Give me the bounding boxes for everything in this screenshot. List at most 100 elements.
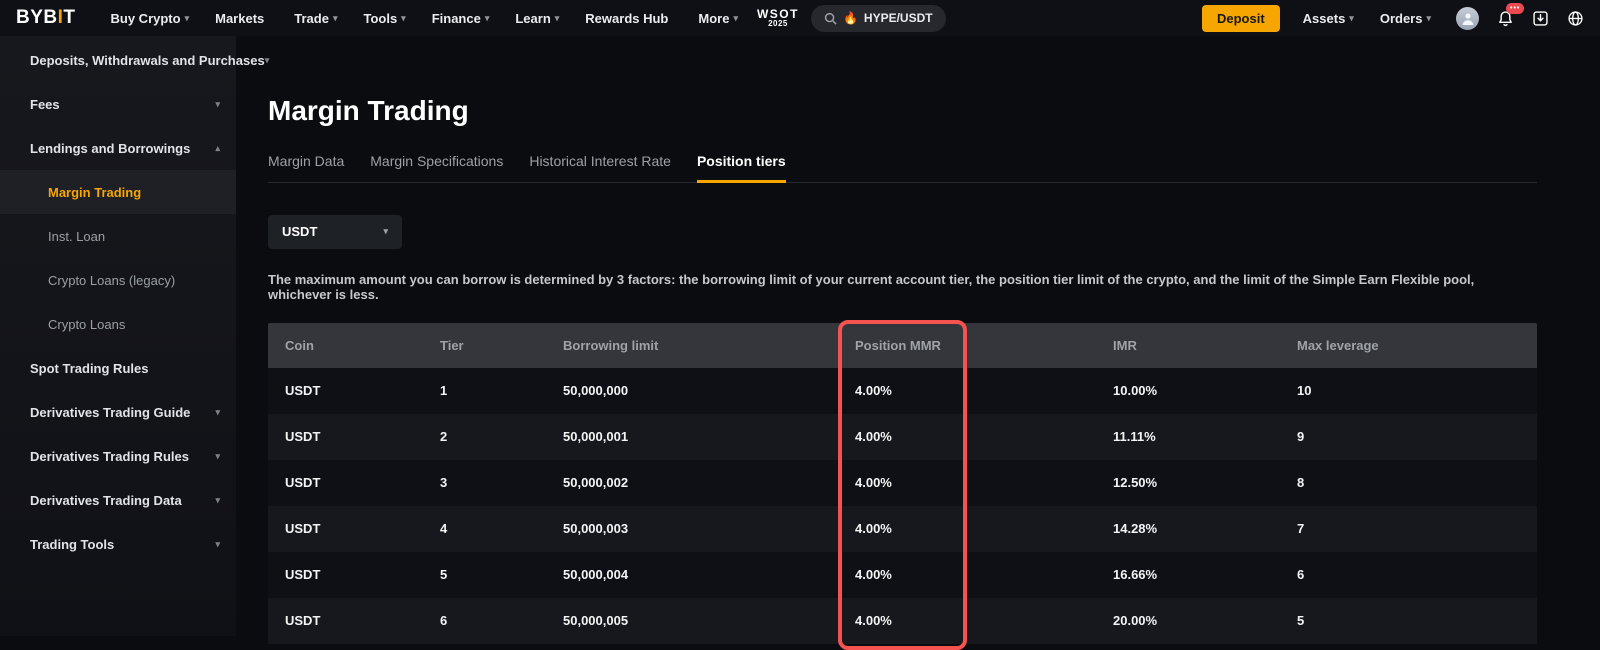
cell-tier: 5 — [423, 567, 546, 582]
chevron-icon: ▾ — [215, 452, 220, 461]
table-row[interactable]: USDT 5 50,000,004 4.00% 16.66% 6 — [268, 552, 1537, 598]
sidebar-item[interactable]: Derivatives Trading Data ▾ — [0, 478, 236, 522]
sidebar-item-label: Margin Trading — [48, 185, 141, 200]
table-row[interactable]: USDT 6 50,000,005 4.00% 20.00% 5 — [268, 598, 1537, 644]
chevron-down-icon: ▾ — [333, 14, 338, 23]
language-button[interactable] — [1567, 10, 1584, 27]
coin-select-dropdown[interactable]: USDT ▾ — [268, 215, 402, 249]
sidebar-item[interactable]: Inst. Loan — [0, 214, 236, 258]
download-app-button[interactable] — [1532, 10, 1549, 27]
cell-borrowing-limit: 50,000,001 — [546, 429, 838, 444]
sidebar-item[interactable]: Fees ▾ — [0, 82, 236, 126]
sidebar-item[interactable]: Derivatives Trading Rules ▾ — [0, 434, 236, 478]
download-icon — [1532, 10, 1549, 27]
nav-item[interactable]: Trade ▾ — [281, 0, 350, 36]
cell-max-leverage: 8 — [1280, 475, 1537, 490]
cell-tier: 4 — [423, 521, 546, 536]
sidebar-menu: Deposits, Withdrawals and Purchases ▾ Fe… — [0, 36, 236, 566]
nav-item[interactable]: Learn ▾ — [502, 0, 572, 36]
sidebar-item[interactable]: Crypto Loans (legacy) — [0, 258, 236, 302]
cell-max-leverage: 6 — [1280, 567, 1537, 582]
bybit-logo[interactable]: BYBIT — [16, 7, 76, 29]
nav-item-label: Buy Crypto — [111, 11, 181, 26]
topbar-icons: ••• — [1456, 7, 1584, 30]
borrow-limit-description: The maximum amount you can borrow is det… — [268, 272, 1537, 302]
table-row[interactable]: USDT 3 50,000,002 4.00% 12.50% 8 — [268, 460, 1537, 506]
tab[interactable]: Margin Specifications — [370, 153, 503, 182]
tab[interactable]: Position tiers — [697, 153, 786, 182]
cell-borrowing-limit: 50,000,003 — [546, 521, 838, 536]
cell-max-leverage: 5 — [1280, 613, 1537, 628]
table-row[interactable]: USDT 4 50,000,003 4.00% 14.28% 7 — [268, 506, 1537, 552]
main-nav: Buy Crypto ▾ Markets Trade ▾ Tools ▾ Fin… — [98, 0, 751, 36]
sidebar-item[interactable]: Trading Tools ▾ — [0, 522, 236, 566]
notifications-button[interactable]: ••• — [1497, 10, 1514, 27]
tab[interactable]: Margin Data — [268, 153, 344, 182]
cell-tier: 1 — [423, 383, 546, 398]
nav-item-label: Trade — [294, 11, 329, 26]
account-nav-label: Assets — [1303, 11, 1346, 26]
chevron-down-icon: ▾ — [1426, 14, 1431, 23]
cell-borrowing-limit: 50,000,004 — [546, 567, 838, 582]
account-nav-item[interactable]: Orders ▾ — [1367, 0, 1444, 36]
tab[interactable]: Historical Interest Rate — [529, 153, 671, 182]
sidebar-item-label: Spot Trading Rules — [30, 361, 148, 376]
flame-icon: 🔥 — [843, 11, 858, 25]
nav-item-label: Finance — [432, 11, 481, 26]
sidebar-item[interactable]: Crypto Loans — [0, 302, 236, 346]
nav-item[interactable]: Finance ▾ — [419, 0, 503, 36]
cell-imr: 10.00% — [1096, 383, 1280, 398]
nav-item[interactable]: Tools ▾ — [350, 0, 418, 36]
chevron-icon: ▾ — [215, 496, 220, 505]
deposit-button[interactable]: Deposit — [1202, 5, 1280, 32]
coin-select-value: USDT — [282, 224, 317, 239]
nav-item[interactable]: More ▾ — [685, 0, 751, 36]
cell-coin: USDT — [268, 567, 423, 582]
table-row[interactable]: USDT 2 50,000,001 4.00% 11.11% 9 — [268, 414, 1537, 460]
account-nav-label: Orders — [1380, 11, 1423, 26]
search-value: HYPE/USDT — [864, 11, 933, 25]
cell-imr: 12.50% — [1096, 475, 1280, 490]
cell-tier: 2 — [423, 429, 546, 444]
cell-coin: USDT — [268, 521, 423, 536]
cell-max-leverage: 10 — [1280, 383, 1537, 398]
cell-tier: 3 — [423, 475, 546, 490]
account-nav-item[interactable]: Assets ▾ — [1290, 0, 1367, 36]
table-row[interactable]: USDT 1 50,000,000 4.00% 10.00% 10 — [268, 368, 1537, 414]
sidebar-item[interactable]: Lendings and Borrowings ▴ — [0, 126, 236, 170]
cell-position-mmr: 4.00% — [838, 383, 1096, 398]
sidebar: Deposits, Withdrawals and Purchases ▾ Fe… — [0, 36, 236, 636]
sidebar-item[interactable]: Spot Trading Rules — [0, 346, 236, 390]
nav-item[interactable]: Buy Crypto ▾ — [98, 0, 203, 36]
sidebar-item[interactable]: Deposits, Withdrawals and Purchases ▾ — [0, 38, 236, 82]
cell-position-mmr: 4.00% — [838, 475, 1096, 490]
sidebar-item-label: Crypto Loans — [48, 317, 125, 332]
avatar — [1456, 7, 1479, 30]
table-header-cell: Tier — [423, 338, 546, 353]
sidebar-item[interactable]: Derivatives Trading Guide ▾ — [0, 390, 236, 434]
nav-item[interactable]: Markets — [202, 0, 281, 36]
cell-coin: USDT — [268, 383, 423, 398]
search-input[interactable]: 🔥 HYPE/USDT — [811, 5, 946, 32]
sidebar-item-label: Crypto Loans (legacy) — [48, 273, 175, 288]
wsot-2025-logo[interactable]: WSOT 2025 — [757, 8, 799, 29]
logo-text: BYB — [16, 7, 58, 28]
account-nav: Assets ▾ Orders ▾ — [1290, 0, 1444, 36]
profile-button[interactable] — [1456, 7, 1479, 30]
notification-badge: ••• — [1506, 3, 1524, 14]
cell-imr: 14.28% — [1096, 521, 1280, 536]
cell-coin: USDT — [268, 429, 423, 444]
table-header-row: Coin Tier Borrowing limit Position MMR I… — [268, 323, 1537, 368]
chevron-down-icon: ▾ — [1349, 14, 1354, 23]
chevron-down-icon: ▾ — [383, 227, 388, 236]
position-tiers-table: Coin Tier Borrowing limit Position MMR I… — [268, 323, 1537, 644]
nav-item[interactable]: Rewards Hub — [572, 0, 685, 36]
cell-max-leverage: 9 — [1280, 429, 1537, 444]
nav-item-label: More — [698, 11, 729, 26]
cell-position-mmr: 4.00% — [838, 567, 1096, 582]
cell-position-mmr: 4.00% — [838, 429, 1096, 444]
chevron-icon: ▾ — [215, 100, 220, 109]
sidebar-item[interactable]: Margin Trading — [0, 170, 236, 214]
cell-position-mmr: 4.00% — [838, 521, 1096, 536]
sidebar-item-label: Lendings and Borrowings — [30, 141, 190, 156]
